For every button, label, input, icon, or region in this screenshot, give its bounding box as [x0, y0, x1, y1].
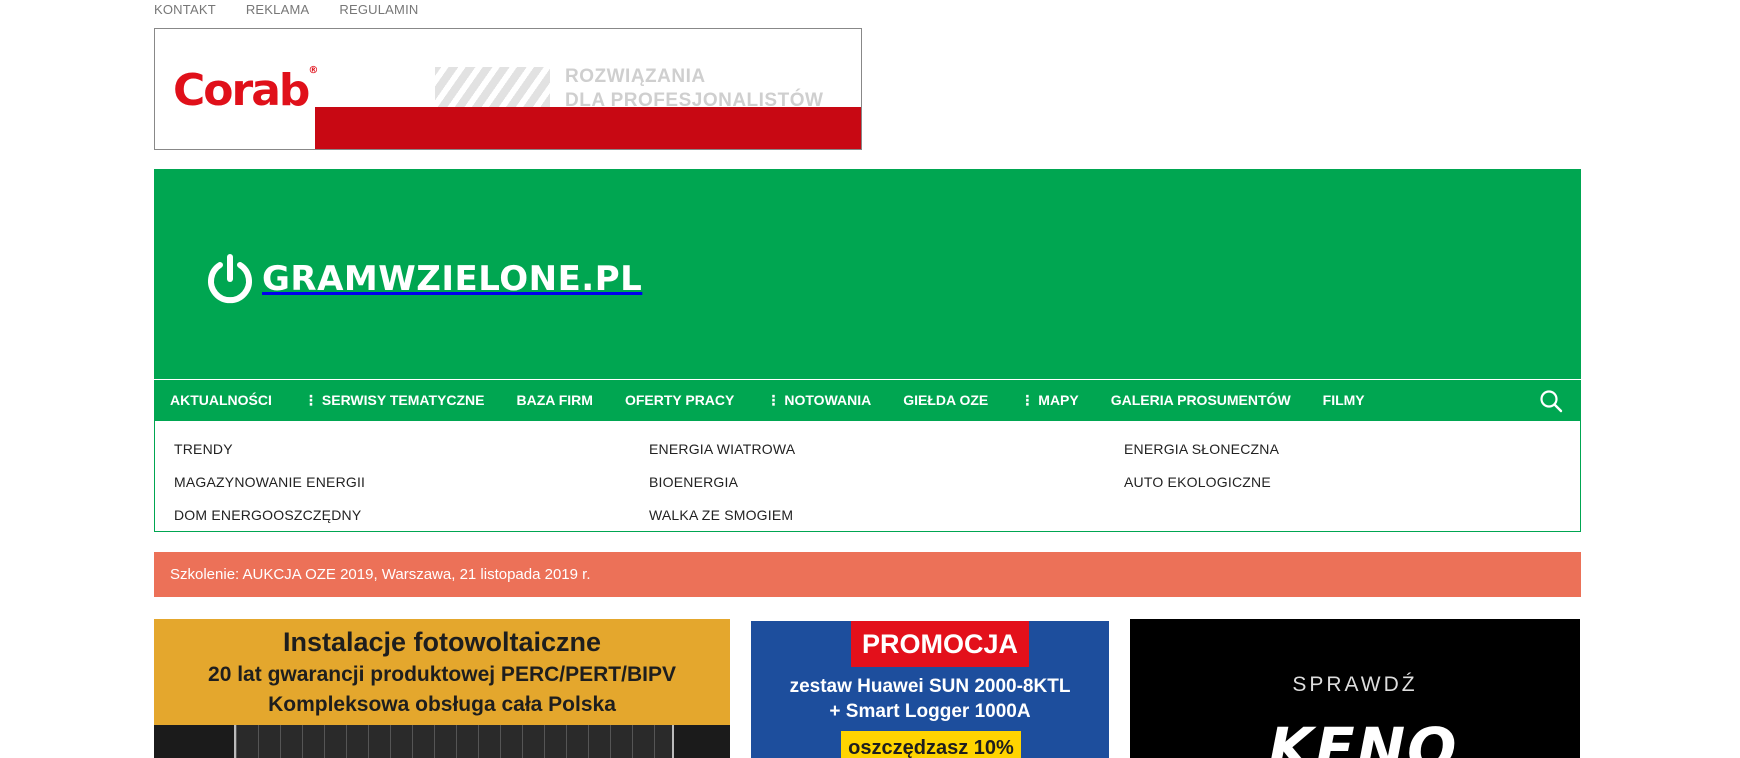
- solar-panel-graphic: [234, 725, 674, 758]
- submenu-item-dom-energooszczedny[interactable]: DOM ENERGOOSZCZĘDNY: [174, 499, 365, 532]
- submenu-item-magazynowanie-energii[interactable]: MAGAZYNOWANIE ENERGII: [174, 466, 365, 499]
- serwisy-submenu: TRENDY MAGAZYNOWANIE ENERGII DOM ENERGOO…: [154, 421, 1581, 532]
- power-icon: [204, 253, 256, 305]
- nav-item-filmy[interactable]: FILMY: [1307, 380, 1381, 421]
- keno-logo-text: KENO: [1268, 715, 1459, 758]
- submenu-column-2: ENERGIA WIATROWA BIOENERGIA WALKA ZE SMO…: [649, 433, 795, 532]
- submenu-item-auto-ekologiczne[interactable]: AUTO EKOLOGICZNE: [1124, 466, 1279, 499]
- nav-item-mapy[interactable]: ⋮ MAPY: [1004, 380, 1094, 421]
- site-name: GRAMWZIELONE.PL: [262, 259, 643, 299]
- promo-product-line1: zestaw Huawei SUN 2000-8KTL: [789, 676, 1071, 697]
- keno-check-label: SPRAWDŹ: [1292, 673, 1418, 696]
- submenu-kebab-icon: ⋮: [303, 392, 318, 408]
- ad-slogan: ROZWIĄZANIA DLA PROFESJONALISTÓW: [565, 66, 824, 111]
- submenu-column-1: TRENDY MAGAZYNOWANIE ENERGII DOM ENERGOO…: [174, 433, 365, 532]
- nav-item-serwisy-tematyczne[interactable]: ⋮ SERWISY TEMATYCZNE: [288, 380, 501, 421]
- site-header: GRAMWZIELONE.PL: [154, 169, 1581, 379]
- submenu-item-energia-wiatrowa[interactable]: ENERGIA WIATROWA: [649, 433, 795, 466]
- solar-ad-service: Kompleksowa obsługa cała Polska: [268, 693, 616, 716]
- site-logo-link[interactable]: GRAMWZIELONE.PL: [204, 253, 642, 305]
- nav-item-baza-firm[interactable]: BAZA FIRM: [500, 380, 608, 421]
- nav-item-galeria-prosumentow[interactable]: GALERIA PROSUMENTÓW: [1095, 380, 1307, 421]
- solar-ad-warranty: 20 lat gwarancji produktowej PERC/PERT/B…: [208, 663, 676, 686]
- top-link-reklama[interactable]: REKLAMA: [246, 0, 310, 20]
- corab-ad-banner[interactable]: Corab® ROZWIĄZANIA DLA PROFESJONALISTÓW: [154, 28, 862, 150]
- solar-ad-headline: Instalacje fotowoltaiczne: [282, 627, 602, 657]
- nav-item-notowania[interactable]: ⋮ NOTOWANIA: [750, 380, 887, 421]
- promo-product-line2: + Smart Logger 1000A: [829, 701, 1031, 722]
- submenu-kebab-icon: ⋮: [1020, 392, 1035, 408]
- training-alert-bar[interactable]: Szkolenie: AUKCJA OZE 2019, Warszawa, 21…: [154, 552, 1581, 597]
- nav-item-aktualnosci[interactable]: AKTUALNOŚCI: [154, 380, 288, 421]
- ad-stripes-graphic: [435, 67, 550, 107]
- submenu-column-3: ENERGIA SŁONECZNA AUTO EKOLOGICZNE: [1124, 433, 1279, 499]
- nav-item-oferty-pracy[interactable]: OFERTY PRACY: [609, 380, 750, 421]
- submenu-item-trendy[interactable]: TRENDY: [174, 433, 365, 466]
- huawei-promo-ad[interactable]: PROMOCJA zestaw Huawei SUN 2000-8KTL + S…: [751, 621, 1109, 758]
- main-nav: AKTUALNOŚCI ⋮ SERWISY TEMATYCZNE BAZA FIR…: [154, 380, 1581, 421]
- submenu-item-bioenergia[interactable]: BIOENERGIA: [649, 466, 795, 499]
- solar-installation-ad[interactable]: Instalacje fotowoltaiczne 20 lat gwaranc…: [154, 619, 730, 758]
- keno-ad[interactable]: SPRAWDŹ KENO: [1130, 619, 1580, 758]
- nav-item-gielda-oze[interactable]: GIEŁDA OZE: [887, 380, 1004, 421]
- top-link-regulamin[interactable]: REGULAMIN: [339, 0, 418, 20]
- corab-logo: Corab®: [173, 65, 318, 116]
- submenu-kebab-icon: ⋮: [766, 392, 781, 408]
- top-links: KONTAKT REKLAMA REGULAMIN: [154, 0, 418, 20]
- promo-badge: PROMOCJA: [851, 621, 1029, 667]
- search-icon[interactable]: [1539, 389, 1563, 413]
- submenu-item-walka-ze-smogiem[interactable]: WALKA ZE SMOGIEM: [649, 499, 795, 532]
- ad-red-band: [315, 107, 861, 149]
- promo-savings-badge: oszczędzasz 10%: [841, 731, 1021, 758]
- top-link-kontakt[interactable]: KONTAKT: [154, 0, 216, 20]
- submenu-item-energia-sloneczna[interactable]: ENERGIA SŁONECZNA: [1124, 433, 1279, 466]
